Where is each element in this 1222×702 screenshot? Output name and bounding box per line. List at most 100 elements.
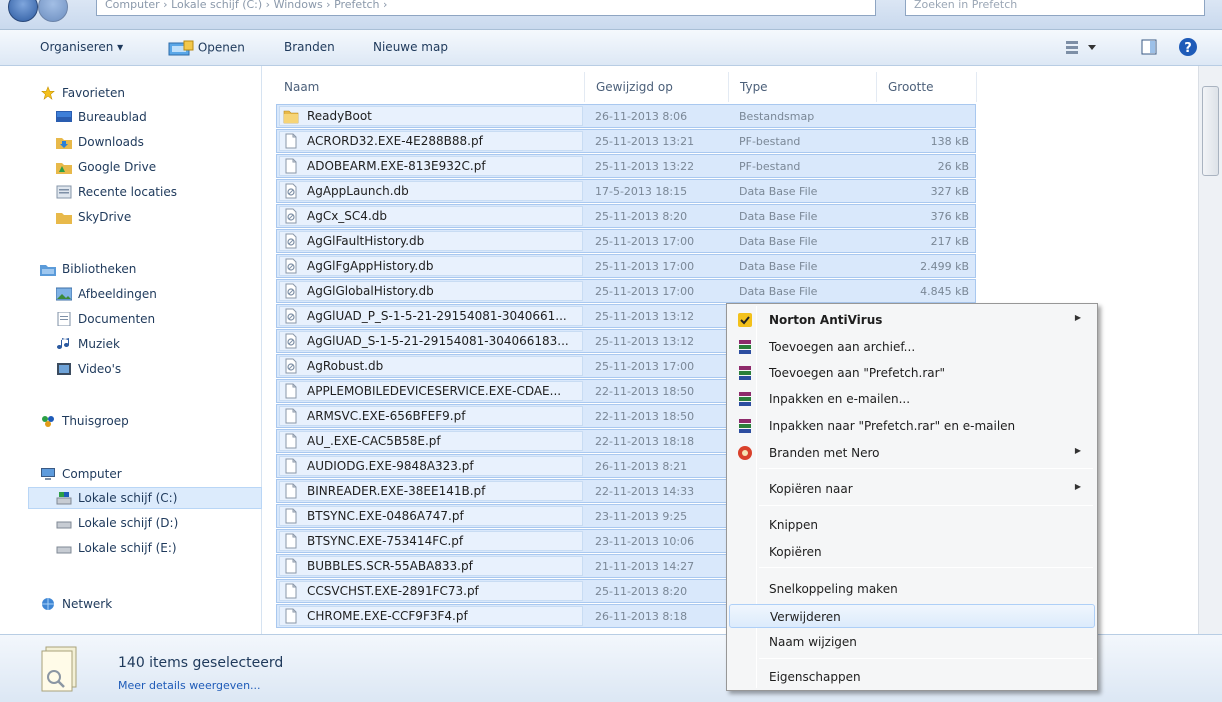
vertical-scrollbar[interactable] [1198,66,1222,634]
file-row[interactable]: AgAppLaunch.db 17-5-2013 18:15 Data Base F… [276,179,976,203]
address-bar: Computer › Lokale schijf (C:) › Windows … [0,0,1222,30]
db-icon [283,233,299,249]
file-name: APPLEMOBILEDEVICESERVICE.EXE-CDAE... [307,384,562,398]
more-details-link[interactable]: Meer details weergeven... [118,679,261,692]
file-row[interactable]: AgGlFgAppHistory.db 25-11-2013 17:00 Data … [276,254,976,278]
help-button[interactable]: ? [1178,37,1198,60]
file-name: AgCx_SC4.db [307,209,387,223]
file-date: 22-11-2013 18:50 [595,410,695,423]
music-icon [57,338,69,349]
open-icon [168,40,194,56]
file-name: ADOBEARM.EXE-813E932C.pf [307,159,486,173]
winrar-icon [739,366,751,380]
videos-icon [57,363,71,375]
file-row[interactable]: ReadyBoot 26-11-2013 8:06 Bestandsmap [276,104,976,128]
menu-item-properties[interactable]: Eigenschappen [729,665,1095,689]
column-separator[interactable] [876,72,877,102]
column-name[interactable]: Naam [284,80,319,94]
menu-item-cut[interactable]: Knippen [729,513,1095,537]
scrollbar-thumb[interactable] [1202,86,1219,176]
menu-item-compress-rar-email[interactable]: Inpakken naar "Prefetch.rar" en e-mailen [729,414,1095,438]
file-name: ARMSVC.EXE-656BFEF9.pf [307,409,466,423]
column-header: Naam Gewijzigd op Type Grootte [262,66,1222,104]
burn-button[interactable]: Branden [284,40,335,54]
pictures-icon [56,287,72,301]
menu-item-add-to-archive[interactable]: Toevoegen aan archief... [729,335,1095,359]
recent-locations-icon [56,185,72,199]
file-date: 26-11-2013 8:18 [595,610,688,623]
drive-icon [56,521,72,529]
multiple-files-icon [41,646,77,692]
file-icon [283,583,299,599]
view-options-button[interactable] [1064,38,1098,59]
address-field[interactable]: Computer › Lokale schijf (C:) › Windows … [96,0,876,16]
column-modified[interactable]: Gewijzigd op [596,80,673,94]
file-row[interactable]: ACRORD32.EXE-4E288B88.pf 25-11-2013 13:21… [276,129,976,153]
file-date: 25-11-2013 13:22 [595,160,695,173]
column-size[interactable]: Grootte [888,80,933,94]
file-type: PF-bestand [739,160,801,173]
file-icon [283,458,299,474]
file-size: 4.845 kB [920,285,969,298]
organize-button[interactable]: Organiseren ▾ [40,40,123,54]
svg-text:?: ? [1184,41,1192,56]
file-date: 25-11-2013 17:00 [595,235,695,248]
menu-item-delete[interactable]: Verwijderen [729,604,1095,628]
file-date: 22-11-2013 18:50 [595,385,695,398]
file-icon [283,558,299,574]
file-icon [283,408,299,424]
file-name: AgAppLaunch.db [307,184,409,198]
help-icon: ? [1179,38,1197,56]
file-type: Data Base File [739,235,818,248]
file-name: AgGlUAD_P_S-1-5-21-29154081-3040661... [307,309,567,323]
file-size: 138 kB [930,135,969,148]
column-type[interactable]: Type [740,80,768,94]
desktop-icon [56,111,72,122]
nav-drive-c[interactable]: Lokale schijf (C:) [28,487,262,509]
file-date: 25-11-2013 17:00 [595,360,695,373]
menu-item-norton[interactable]: Norton AntiVirus ▶ [729,308,1095,332]
search-input[interactable]: Zoeken in Prefetch [905,0,1205,16]
file-date: 22-11-2013 18:18 [595,435,695,448]
file-type: Bestandsmap [739,110,815,123]
file-row[interactable]: AgCx_SC4.db 25-11-2013 8:20 Data Base File… [276,204,976,228]
open-button[interactable]: Openen [168,40,245,56]
file-name: ReadyBoot [307,109,372,123]
file-date: 25-11-2013 8:20 [595,585,688,598]
forward-button[interactable] [38,0,68,22]
menu-item-add-to-rar[interactable]: Toevoegen aan "Prefetch.rar" [729,361,1095,385]
submenu-arrow-icon: ▶ [1074,482,1081,491]
libraries-icon [40,265,56,276]
network-icon [42,598,54,610]
file-date: 21-11-2013 14:27 [595,560,695,573]
menu-item-burn-nero[interactable]: Branden met Nero ▶ [729,441,1095,465]
file-row[interactable]: ADOBEARM.EXE-813E932C.pf 25-11-2013 13:22… [276,154,976,178]
submenu-arrow-icon: ▶ [1074,446,1081,455]
file-row[interactable]: AgGlGlobalHistory.db 25-11-2013 17:00 Data… [276,279,976,303]
back-button[interactable] [8,0,38,22]
column-separator[interactable] [976,72,977,102]
file-name: AgGlFaultHistory.db [307,234,425,248]
preview-pane-button[interactable] [1140,38,1158,59]
menu-item-rename[interactable]: Naam wijzigen [729,630,1095,654]
file-name: BINREADER.EXE-38EE141B.pf [307,484,486,498]
file-row[interactable]: AgGlFaultHistory.db 25-11-2013 17:00 Data … [276,229,976,253]
menu-item-compress-email[interactable]: Inpakken en e-mailen... [729,387,1095,411]
menu-item-copy-to[interactable]: Kopiëren naar ▶ [729,477,1095,501]
file-icon [283,533,299,549]
file-date: 25-11-2013 13:21 [595,135,695,148]
file-icon [283,433,299,449]
file-type: Data Base File [739,185,818,198]
column-separator[interactable] [584,72,585,102]
file-type: PF-bestand [739,135,801,148]
menu-item-copy[interactable]: Kopiëren [729,540,1095,564]
homegroup-icon [42,416,54,427]
preview-pane-icon [1141,39,1157,55]
column-separator[interactable] [728,72,729,102]
new-folder-button[interactable]: Nieuwe map [373,40,448,54]
file-name: AgRobust.db [307,359,384,373]
menu-item-create-shortcut[interactable]: Snelkoppeling maken [729,577,1095,601]
file-date: 22-11-2013 14:33 [595,485,695,498]
file-date: 25-11-2013 13:12 [595,310,695,323]
file-name: CHROME.EXE-CCF9F3F4.pf [307,609,468,623]
